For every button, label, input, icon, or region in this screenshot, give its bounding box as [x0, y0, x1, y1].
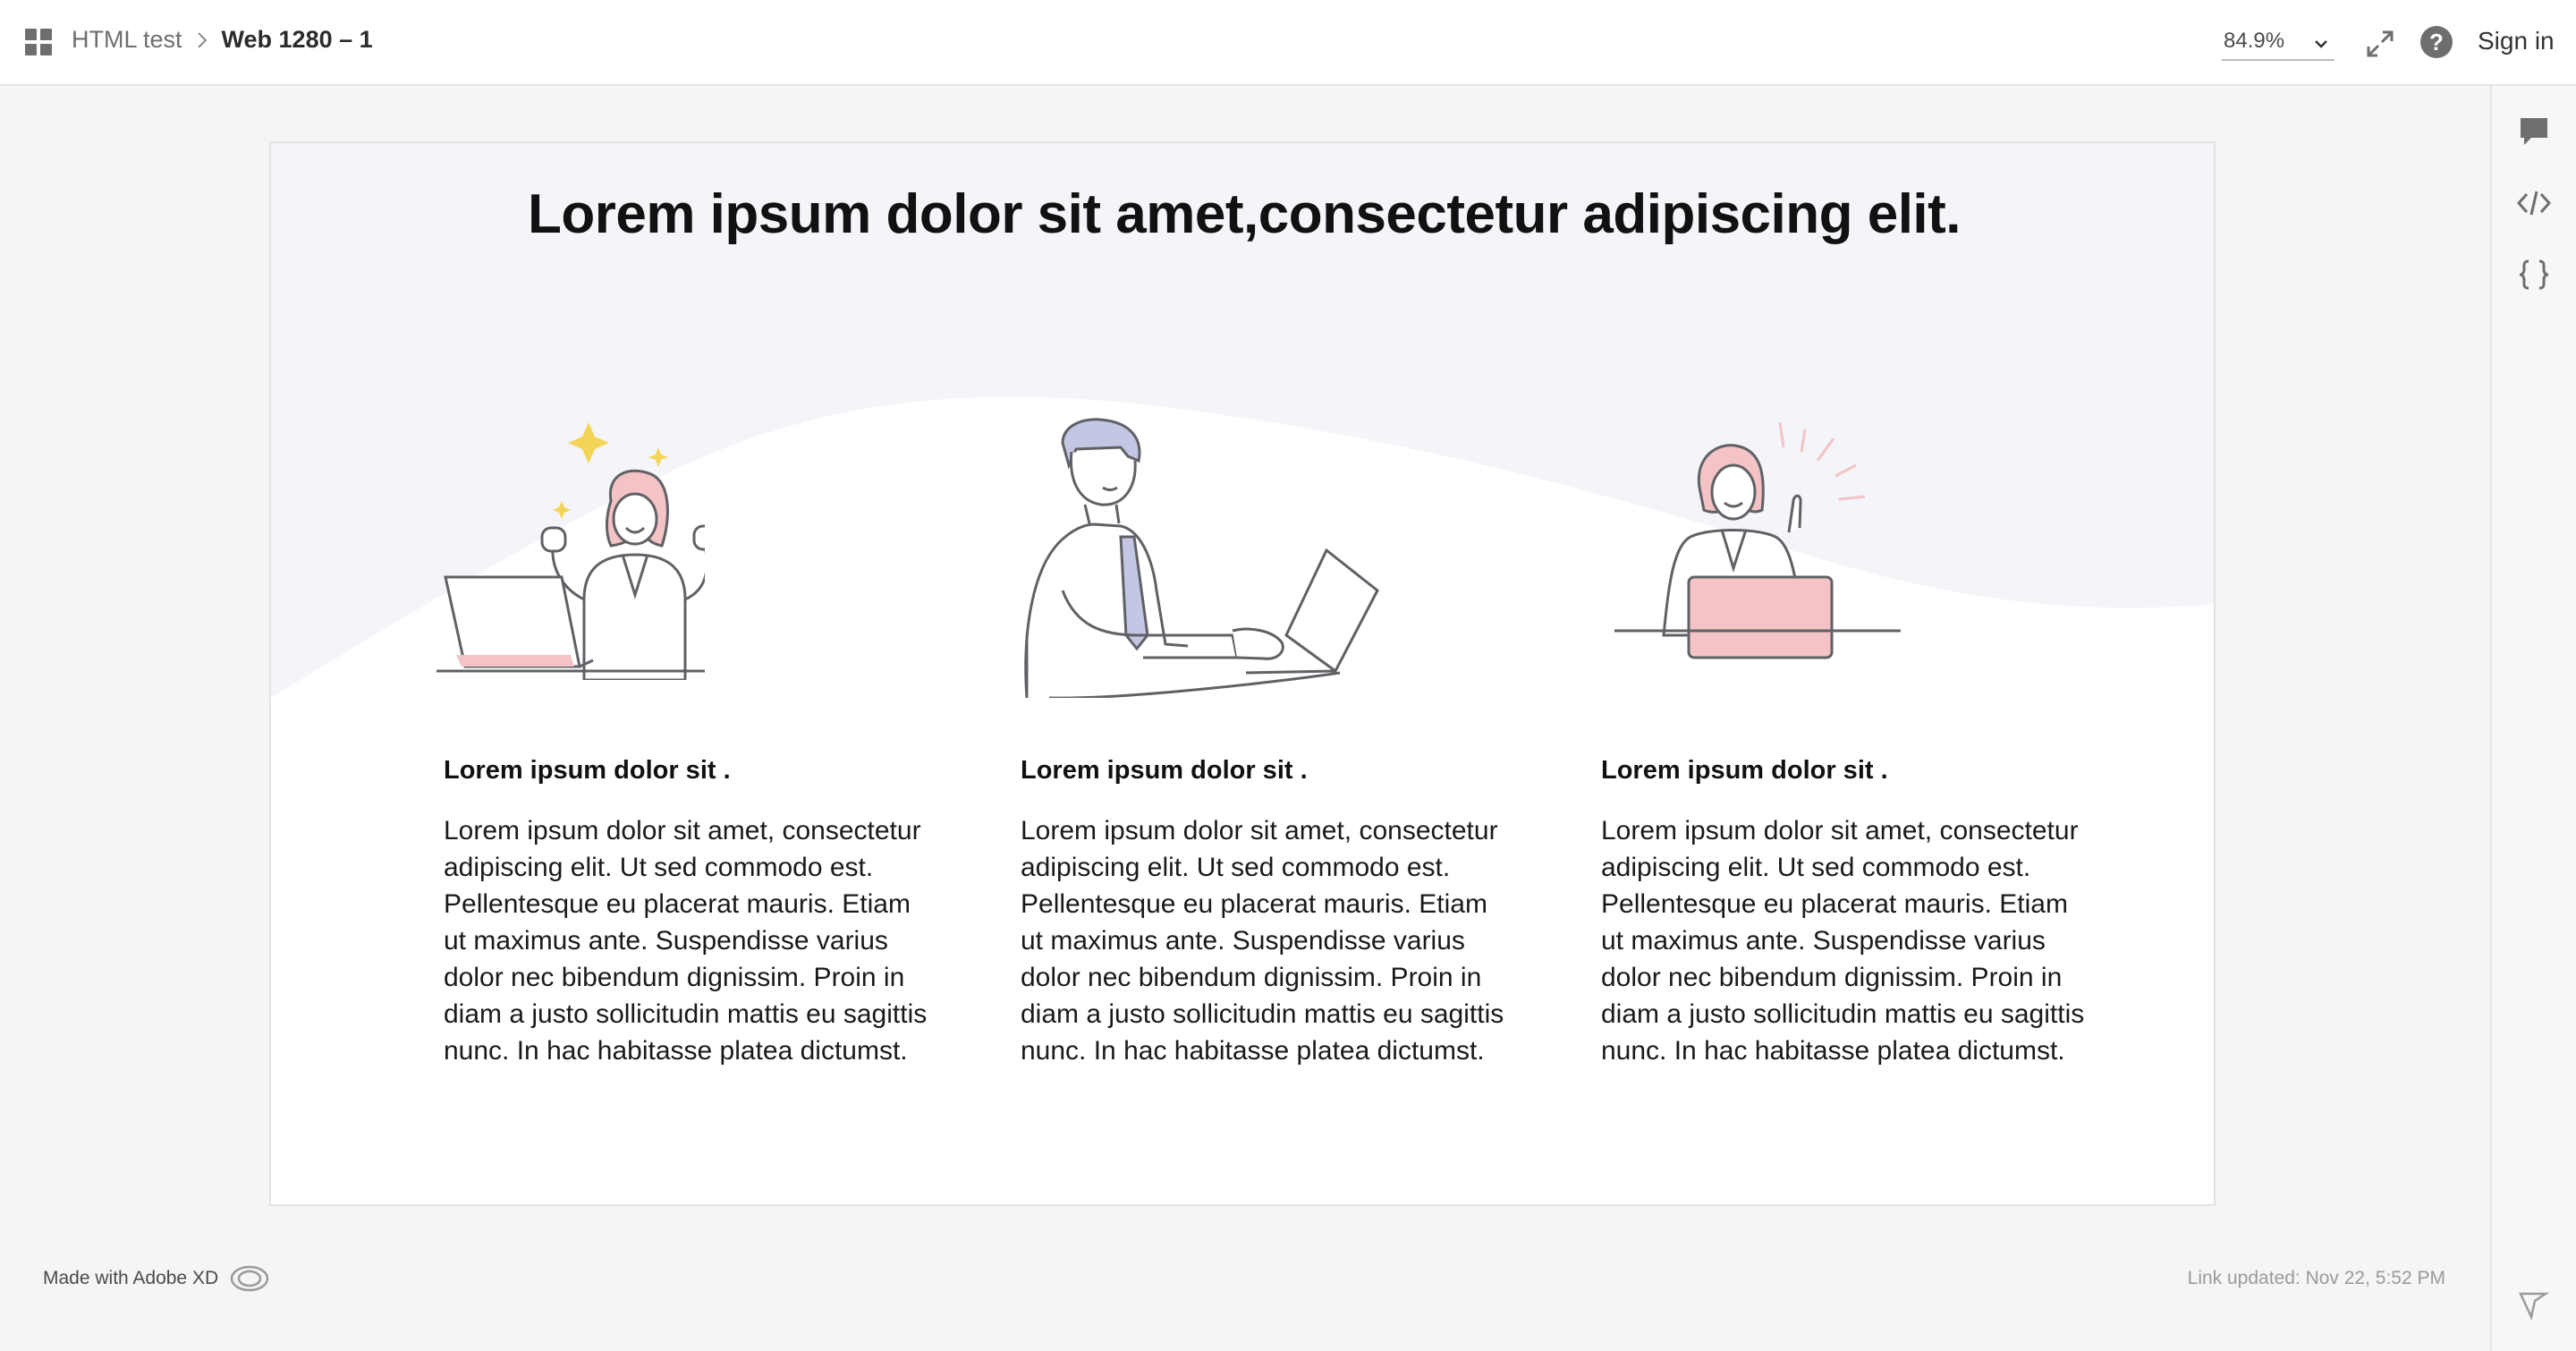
text-line: adipiscing elit. Ut sed commodo est. [444, 853, 874, 882]
chevron-right-icon [197, 31, 207, 48]
sparkle-icon [568, 422, 609, 463]
made-with-adobe-xd: Made with Adobe XD [43, 1268, 219, 1288]
right-rail [2490, 86, 2576, 1351]
hero-title: Lorem ipsum dolor sit amet,consectetur a… [527, 183, 1962, 245]
text-line: dolor nec bibendum dignissim. Proin in [444, 963, 905, 992]
text-line: ut maximus ante. Suspendisse varius [444, 926, 888, 956]
creative-cloud-logo-icon[interactable] [229, 1263, 270, 1294]
text-line: Lorem ipsum dolor sit amet, consectetur [1021, 816, 1498, 845]
illustration-celebrating-woman [436, 422, 705, 680]
text-line: ut maximus ante. Suspendisse varius [1021, 926, 1465, 956]
text-line: diam a justo sollicitudin mattis eu sagi… [1601, 999, 2085, 1029]
sparkle-icon [648, 447, 668, 467]
text-line: nunc. In hac habitasse platea dictumst. [444, 1036, 908, 1066]
illustration-man-typing [1024, 418, 1379, 698]
zoom-value: 84.9% [2224, 29, 2285, 53]
illustration-woman-idea [1614, 421, 1901, 659]
text-line: adipiscing elit. Ut sed commodo est. [1021, 853, 1451, 882]
artboard-web-1280: Lorem ipsum dolor sit amet,consectetur a… [269, 141, 2216, 1206]
app-grid-icon[interactable] [25, 29, 54, 57]
text-line: ut maximus ante. Suspendisse varius [1601, 926, 2046, 956]
braces-icon[interactable] [2515, 256, 2553, 293]
text-line: adipiscing elit. Ut sed commodo est. [1601, 853, 2031, 882]
feature-heading-1: Lorem ipsum dolor sit . [444, 756, 731, 785]
feedback-flag-icon[interactable] [2517, 1288, 2549, 1321]
breadcrumb-project-link[interactable]: HTML test [72, 26, 182, 54]
feature-heading-2: Lorem ipsum dolor sit . [1021, 756, 1308, 785]
feature-body-2: Lorem ipsum dolor sit amet, consectetur … [1021, 812, 1530, 1069]
top-bar: HTML test Web 1280 – 1 84.9% ? Sign in [0, 0, 2576, 86]
text-line: Lorem ipsum dolor sit amet, consectetur [1601, 816, 2079, 845]
text-line: Lorem ipsum dolor sit amet, consectetur [444, 816, 921, 845]
breadcrumb: HTML test Web 1280 – 1 [72, 26, 373, 54]
text-line: dolor nec bibendum dignissim. Proin in [1601, 963, 2063, 992]
text-line: Pellentesque eu placerat mauris. Etiam [1021, 889, 1487, 919]
feature-body-3: Lorem ipsum dolor sit amet, consectetur … [1601, 812, 2111, 1069]
text-line: diam a justo sollicitudin mattis eu sagi… [1021, 999, 1504, 1029]
expand-fullscreen-icon[interactable] [2363, 27, 2397, 61]
text-line: nunc. In hac habitasse platea dictumst. [1601, 1036, 2065, 1066]
help-icon[interactable]: ? [2420, 26, 2453, 58]
text-line: Pellentesque eu placerat mauris. Etiam [444, 889, 911, 919]
text-line: dolor nec bibendum dignissim. Proin in [1021, 963, 1482, 992]
link-updated-timestamp: Link updated: Nov 22, 5:52 PM [2187, 1268, 2445, 1288]
comment-icon[interactable] [2515, 113, 2553, 150]
text-line: nunc. In hac habitasse platea dictumst. [1021, 1036, 1485, 1066]
sparkle-icon [553, 501, 571, 519]
zoom-select[interactable]: 84.9% [2222, 25, 2334, 61]
chevron-down-icon [2315, 40, 2327, 48]
sign-in-button[interactable]: Sign in [2478, 27, 2555, 55]
feature-heading-3: Lorem ipsum dolor sit . [1601, 756, 1888, 785]
text-line: diam a justo sollicitudin mattis eu sagi… [444, 999, 928, 1029]
text-line: Pellentesque eu placerat mauris. Etiam [1601, 889, 2068, 919]
feature-body-1: Lorem ipsum dolor sit amet, consectetur … [444, 812, 953, 1069]
code-icon[interactable] [2515, 184, 2553, 222]
breadcrumb-current-artboard: Web 1280 – 1 [221, 26, 373, 53]
